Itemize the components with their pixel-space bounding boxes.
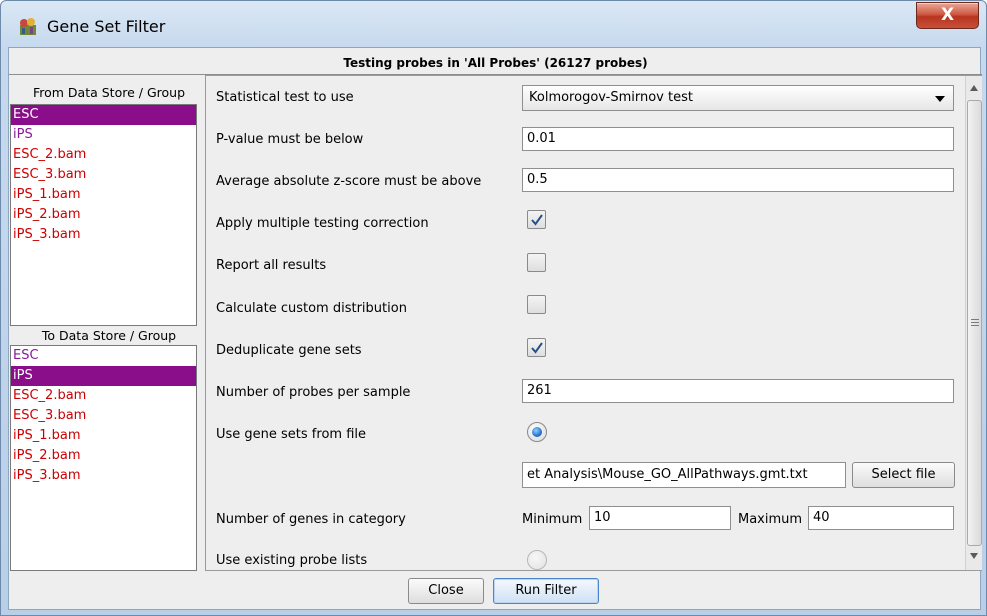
custom-distribution-checkbox[interactable] <box>527 295 546 314</box>
options-panel: Statistical test to use Kolmorogov-Smirn… <box>205 75 982 571</box>
list-item[interactable]: ESC_3.bam <box>11 165 196 185</box>
run-filter-button[interactable]: Run Filter <box>493 578 599 604</box>
multiple-testing-label: Apply multiple testing correction <box>216 216 429 231</box>
custom-distribution-label: Calculate custom distribution <box>216 301 407 316</box>
grip-line <box>971 319 979 320</box>
deduplicate-checkbox[interactable] <box>527 338 546 357</box>
options-scrollbar[interactable] <box>965 76 982 570</box>
genes-in-category-label: Number of genes in category <box>216 512 406 527</box>
gene-sets-file-label: Use gene sets from file <box>216 427 366 442</box>
to-group-title: To Data Store / Group <box>41 328 177 343</box>
minimum-label: Minimum <box>522 512 583 527</box>
probes-per-sample-input[interactable]: 261 <box>522 379 954 403</box>
maximum-genes-input[interactable]: 40 <box>808 506 954 530</box>
list-item[interactable]: ESC_2.bam <box>11 145 196 165</box>
zscore-input[interactable]: 0.5 <box>522 168 954 192</box>
stat-test-dropdown[interactable]: Kolmorogov-Smirnov test <box>522 85 954 111</box>
list-item[interactable]: iPS_2.bam <box>11 205 196 225</box>
existing-lists-radio[interactable] <box>527 550 547 570</box>
list-item[interactable]: iPS_1.bam <box>11 426 196 446</box>
close-button[interactable]: Close <box>408 578 484 604</box>
select-file-button[interactable]: Select file <box>852 462 955 488</box>
list-item[interactable]: iPS_3.bam <box>11 225 196 245</box>
list-item[interactable]: ESC_2.bam <box>11 386 196 406</box>
checkmark-icon <box>531 214 543 226</box>
list-item[interactable]: iPS_2.bam <box>11 446 196 466</box>
report-all-checkbox[interactable] <box>527 253 546 272</box>
minimum-genes-input[interactable]: 10 <box>589 506 731 530</box>
from-group-title: From Data Store / Group <box>32 85 185 100</box>
probe-summary-header: Testing probes in 'All Probes' (26127 pr… <box>343 56 648 70</box>
stat-test-label: Statistical test to use <box>216 90 354 105</box>
pvalue-label: P-value must be below <box>216 132 364 147</box>
multiple-testing-checkbox[interactable] <box>527 210 546 229</box>
deduplicate-label: Deduplicate gene sets <box>216 343 362 358</box>
grip-line <box>971 325 979 326</box>
list-item[interactable]: ESC_3.bam <box>11 406 196 426</box>
list-item[interactable]: iPS <box>11 366 196 386</box>
stat-test-value: Kolmorogov-Smirnov test <box>529 90 693 105</box>
list-item[interactable]: ESC <box>11 346 196 366</box>
report-all-label: Report all results <box>216 258 327 273</box>
chevron-down-icon <box>935 96 945 102</box>
close-icon: X <box>940 5 955 25</box>
gene-set-filter-window: Gene Set Filter X Testing probes in 'All… <box>0 0 987 616</box>
list-item[interactable]: iPS_1.bam <box>11 185 196 205</box>
list-item[interactable]: ESC <box>11 105 196 125</box>
pvalue-input[interactable]: 0.01 <box>522 127 954 151</box>
title-bar[interactable]: Gene Set Filter X <box>1 1 986 47</box>
grip-line <box>971 322 979 323</box>
scroll-up-icon[interactable] <box>970 85 978 91</box>
to-store-list[interactable]: ESC iPS ESC_2.bam ESC_3.bam iPS_1.bam iPS_2.b… <box>10 345 197 571</box>
scroll-down-icon[interactable] <box>970 553 978 559</box>
list-item[interactable]: iPS <box>11 125 196 145</box>
seqmonk-app-icon <box>20 18 36 35</box>
scrollbar-thumb[interactable] <box>967 100 982 546</box>
maximum-label: Maximum <box>738 512 803 527</box>
dialog-body: Testing probes in 'All Probes' (26127 pr… <box>8 47 982 610</box>
list-item[interactable]: iPS_3.bam <box>11 466 196 486</box>
gene-sets-file-radio[interactable] <box>527 422 547 442</box>
existing-lists-label: Use existing probe lists <box>216 553 368 568</box>
zscore-label: Average absolute z-score must be above <box>216 174 482 189</box>
checkmark-icon <box>531 342 543 354</box>
radio-selected-icon <box>532 427 542 437</box>
from-store-list[interactable]: ESC iPS ESC_2.bam ESC_3.bam iPS_1.bam iPS_2.b… <box>10 104 197 326</box>
window-title: Gene Set Filter <box>47 17 166 36</box>
window-close-button[interactable]: X <box>916 2 979 29</box>
gene-set-file-path-input[interactable]: et Analysis\Mouse_GO_AllPathways.gmt.txt <box>522 462 846 488</box>
probes-per-sample-label: Number of probes per sample <box>216 385 411 400</box>
